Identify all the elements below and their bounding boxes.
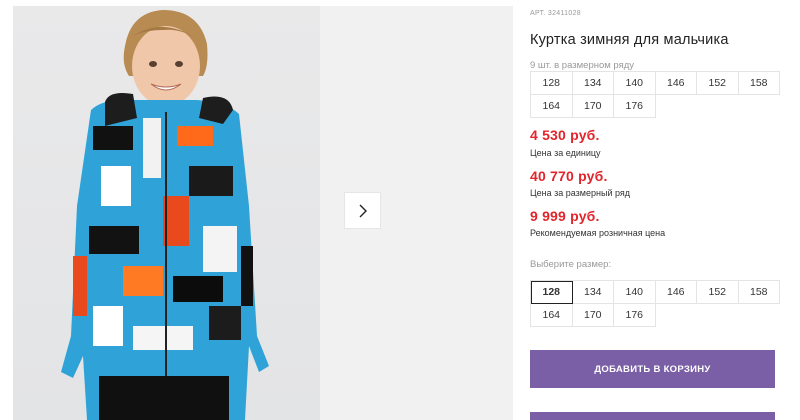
article-number: АРТ. 32411028: [530, 10, 581, 17]
product-gallery: [0, 0, 520, 420]
size-selector: 128 134 140 146 152 158 164 170 176: [530, 280, 780, 327]
row-price: 40 770 руб.: [530, 168, 608, 184]
next-image-button[interactable]: [344, 192, 381, 229]
size-row-note: 9 шт. в размерном ряду: [530, 60, 635, 71]
size-option[interactable]: 128: [531, 281, 573, 304]
size-option[interactable]: 170: [572, 304, 614, 327]
size-row-cell: 170: [572, 95, 614, 118]
row-price-label: Цена за размерный ряд: [530, 188, 631, 198]
unit-price-label: Цена за единицу: [530, 148, 601, 158]
size-row-cell: 158: [738, 72, 780, 95]
product-title: Куртка зимняя для мальчика: [530, 32, 729, 48]
size-option[interactable]: 176: [614, 304, 656, 327]
size-option[interactable]: 140: [614, 281, 656, 304]
choose-size-label: Выберите размер:: [530, 259, 612, 270]
size-row-cell: 146: [655, 72, 697, 95]
add-to-cart-button[interactable]: ДОБАВИТЬ В КОРЗИНУ: [530, 350, 775, 388]
size-row-grid: 128 134 140 146 152 158 164 170 176: [530, 71, 780, 118]
size-option[interactable]: 164: [531, 304, 573, 327]
size-option[interactable]: 152: [697, 281, 739, 304]
size-row-cell: 152: [697, 72, 739, 95]
unit-price: 4 530 руб.: [530, 127, 600, 143]
retail-price-label: Рекомендуемая розничная цена: [530, 228, 666, 238]
size-option[interactable]: 134: [572, 281, 614, 304]
product-photo[interactable]: [13, 6, 320, 420]
size-option[interactable]: 158: [738, 281, 780, 304]
size-row-cell: 134: [572, 72, 614, 95]
secondary-action-button[interactable]: [530, 412, 775, 420]
size-row-cell: 128: [531, 72, 573, 95]
product-info: АРТ. 32411028 Куртка зимняя для мальчика…: [530, 0, 800, 420]
size-option[interactable]: 146: [655, 281, 697, 304]
chevron-right-icon: [359, 204, 367, 217]
size-row-cell: 164: [531, 95, 573, 118]
retail-price: 9 999 руб.: [530, 208, 600, 224]
size-row-cell: 140: [614, 72, 656, 95]
size-row-cell: 176: [614, 95, 656, 118]
